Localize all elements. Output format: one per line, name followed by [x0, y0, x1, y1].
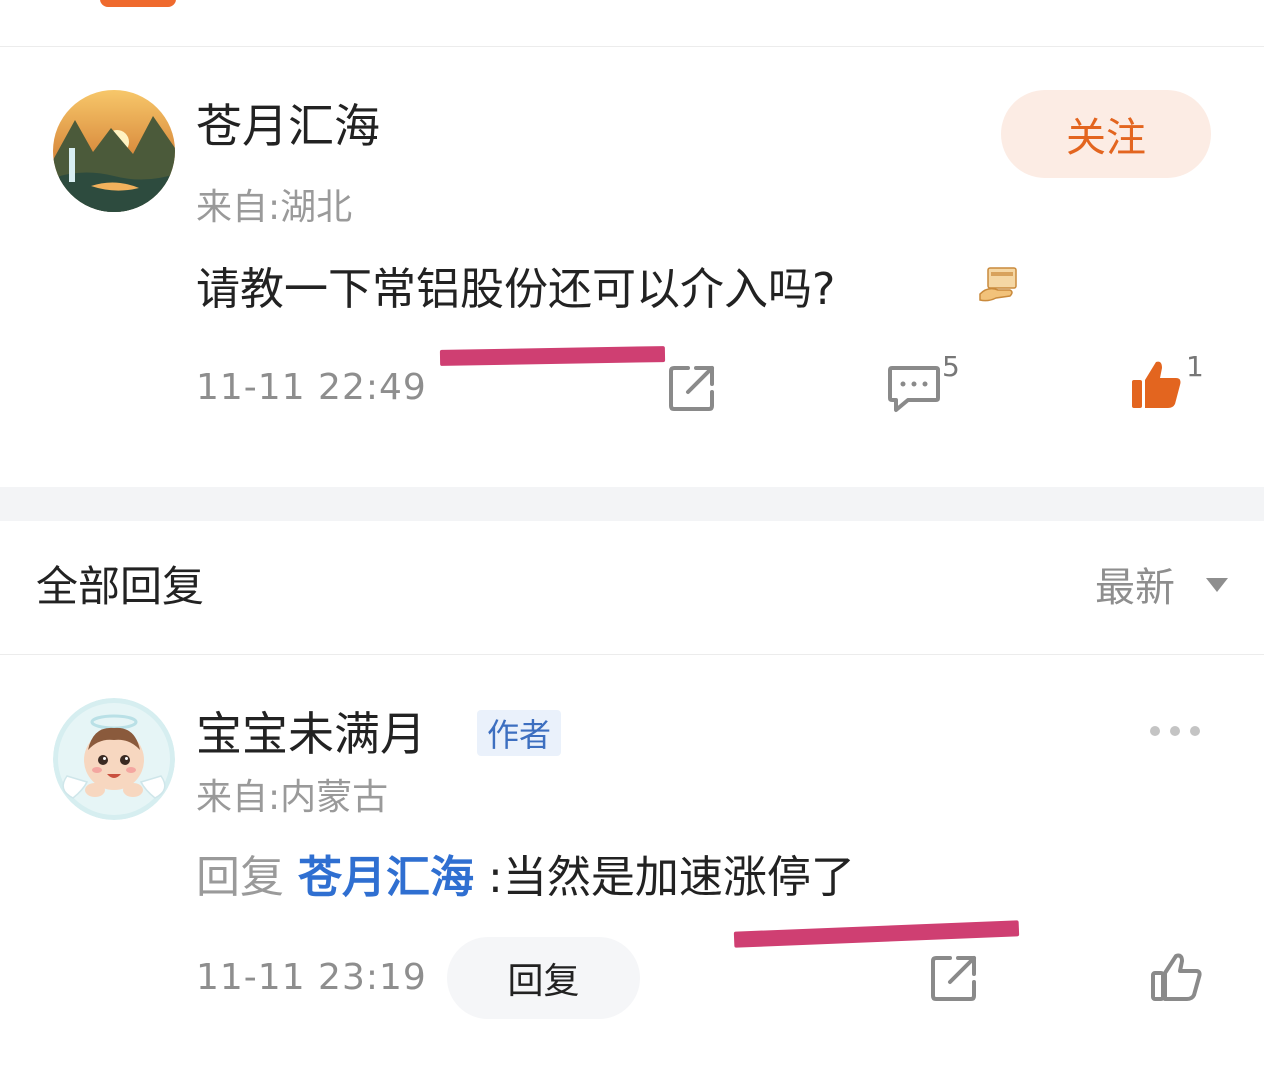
- money-emoji-icon: [978, 264, 1020, 306]
- like-filled-icon[interactable]: [1130, 358, 1184, 412]
- reply-avatar[interactable]: [53, 698, 175, 820]
- reply-content: 回复 苍月汇海 :当然是加速涨停了: [196, 856, 855, 900]
- share-icon[interactable]: [666, 362, 718, 414]
- post-user-name[interactable]: 苍月汇海: [196, 103, 380, 149]
- more-icon[interactable]: [1150, 720, 1210, 742]
- post-avatar[interactable]: [53, 90, 175, 212]
- reply-time: 11-11 23:19: [196, 957, 427, 998]
- reply-target-user[interactable]: 苍月汇海: [298, 852, 474, 903]
- reply-colon: :: [488, 852, 503, 903]
- top-tab-indicator: [100, 0, 176, 7]
- comment-count: 5: [942, 350, 960, 383]
- like-count: 1: [1186, 350, 1204, 383]
- sort-dropdown-label[interactable]: 最新: [1095, 568, 1175, 608]
- annotation-underline: [733, 920, 1020, 948]
- divider: [0, 46, 1264, 47]
- all-replies-title: 全部回复: [36, 562, 205, 611]
- reply-user-name[interactable]: 宝宝未满月: [196, 711, 426, 757]
- author-badge: 作者: [477, 710, 561, 756]
- follow-button[interactable]: 关注: [1001, 90, 1211, 178]
- comment-icon[interactable]: [886, 362, 942, 414]
- post-time: 11-11 22:49: [196, 367, 427, 408]
- section-separator: [0, 487, 1264, 521]
- share-icon[interactable]: [928, 952, 980, 1004]
- reply-text: 当然是加速涨停了: [502, 852, 855, 903]
- reply-prefix: 回复: [196, 852, 284, 903]
- annotation-underline: [439, 346, 666, 366]
- post-content: 请教一下常铝股份还可以介入吗?: [196, 264, 836, 315]
- divider: [0, 654, 1264, 655]
- reply-location: 来自:内蒙古: [196, 777, 389, 818]
- triangle-down-icon[interactable]: [1206, 578, 1228, 592]
- like-outline-icon[interactable]: [1150, 950, 1204, 1004]
- post-location: 来自:湖北: [196, 187, 353, 228]
- reply-button[interactable]: 回复: [447, 937, 640, 1019]
